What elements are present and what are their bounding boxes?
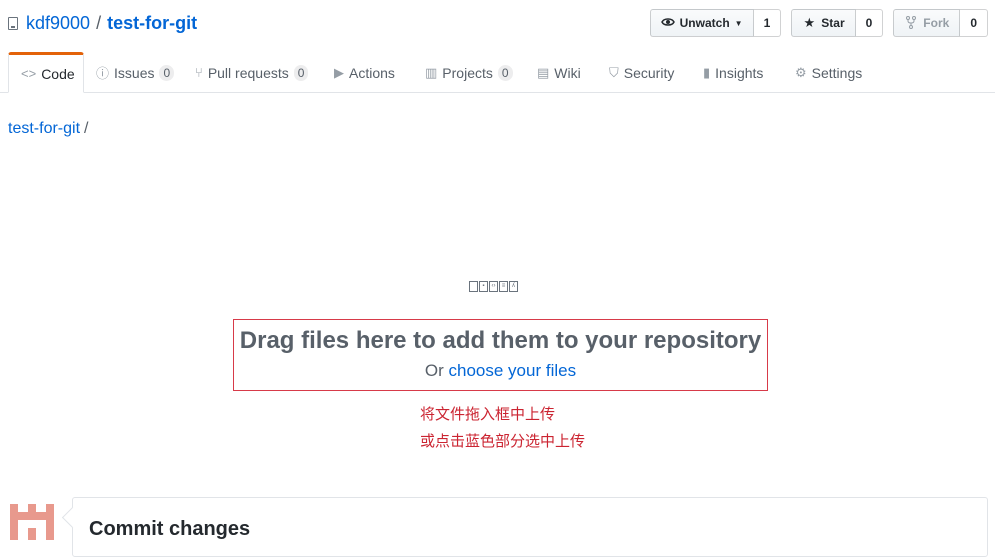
unwatch-button[interactable]: Unwatch ▼ [649, 9, 754, 37]
fork-button[interactable]: Fork [893, 9, 961, 37]
repo-name-link[interactable]: test-for-git [107, 13, 197, 34]
fork-group: Fork 0 [893, 9, 988, 37]
tab-pull-requests[interactable]: ⑂ Pull requests 0 [183, 52, 320, 93]
tab-code[interactable]: <> Code [8, 52, 84, 93]
tab-counter: 0 [293, 64, 309, 81]
watch-group: Unwatch ▼ 1 [649, 9, 782, 37]
tab-label: Insights [715, 64, 764, 81]
tab-projects[interactable]: ▥ Projects 0 [413, 52, 525, 93]
commit-changes-box: Commit changes [72, 497, 988, 557]
file-icon [469, 281, 478, 292]
tab-label: Code [41, 65, 75, 82]
fork-label: Fork [923, 16, 950, 30]
eye-icon [660, 16, 675, 30]
stars-count[interactable]: 0 [855, 9, 884, 37]
star-button[interactable]: ★ Star [791, 9, 856, 37]
tab-label: Actions [349, 64, 395, 81]
file-code-icon: ‹› [489, 281, 498, 292]
watchers-count[interactable]: 1 [753, 9, 782, 37]
fork-icon [904, 16, 918, 30]
star-icon: ★ [803, 15, 816, 30]
file-type-icons: ▪ ‹› ≡ ʎ [469, 281, 518, 292]
file-text-icon: ≡ [499, 281, 508, 292]
issue-icon: ⓘ [96, 66, 110, 81]
breadcrumb-repo-link[interactable]: test-for-git [8, 120, 80, 137]
star-label: Star [821, 16, 845, 30]
file-media-icon: ▪ [479, 281, 488, 292]
breadcrumb-separator: / [84, 120, 89, 137]
tab-label: Issues [114, 64, 155, 81]
choose-files-link[interactable]: choose your files [449, 361, 577, 380]
project-icon: ▥ [425, 64, 438, 80]
repo-owner-link[interactable]: kdf9000 [26, 13, 90, 34]
tab-label: Projects [442, 64, 493, 81]
repo-nav-tabs: <> Code ⓘ Issues 0 ⑂ Pull requests 0 ▶ A… [0, 52, 995, 93]
annotation-line-1: 将文件拖入框中上传 [420, 406, 556, 423]
tab-insights[interactable]: ▮ Insights [691, 52, 775, 93]
commit-title: Commit changes [89, 518, 251, 540]
tab-label: Settings [811, 64, 863, 81]
tab-wiki[interactable]: ▤ Wiki [525, 52, 593, 93]
breadcrumb: test-for-git / [8, 120, 88, 138]
or-text: Or [424, 361, 444, 380]
repo-header: kdf9000 / test-for-git [8, 10, 197, 36]
shield-icon: ⛉ [609, 64, 619, 80]
file-pdf-icon: ʎ [509, 281, 518, 292]
play-icon: ▶ [334, 64, 344, 80]
tab-label: Security [623, 64, 675, 81]
avatar[interactable] [8, 498, 56, 546]
gear-icon: ⚙ [795, 64, 807, 80]
repo-separator: / [96, 12, 102, 33]
graph-icon: ▮ [703, 64, 711, 80]
tab-settings[interactable]: ⚙ Settings [783, 52, 874, 93]
drop-title: Drag files here to add them to your repo… [239, 327, 762, 354]
repo-actions: Unwatch ▼ 1 ★ Star 0 Fork 0 [649, 9, 988, 37]
book-icon: ▤ [537, 64, 550, 80]
code-icon: <> [21, 66, 37, 81]
pull-request-icon: ⑂ [195, 65, 203, 80]
tab-label: Pull requests [207, 64, 289, 81]
tab-issues[interactable]: ⓘ Issues 0 [84, 52, 186, 93]
tab-actions[interactable]: ▶ Actions [322, 52, 407, 93]
forks-count[interactable]: 0 [960, 9, 988, 37]
repo-icon [8, 16, 18, 30]
annotation-notes: 将文件拖入框中上传 或点击蓝色部分选中上传 [420, 401, 585, 455]
annotation-line-2: 或点击蓝色部分选中上传 [420, 433, 586, 450]
upload-drop-zone[interactable]: Drag files here to add them to your repo… [233, 319, 768, 391]
star-group: ★ Star 0 [791, 9, 884, 37]
drop-subtitle: Or choose your files [234, 360, 767, 382]
tab-counter: 0 [159, 64, 175, 81]
tab-label: Wiki [554, 64, 581, 81]
tab-security[interactable]: ⛉ Security [597, 52, 686, 93]
caret-down-icon: ▼ [734, 18, 743, 28]
tab-counter: 0 [497, 64, 513, 81]
unwatch-label: Unwatch [679, 16, 730, 30]
